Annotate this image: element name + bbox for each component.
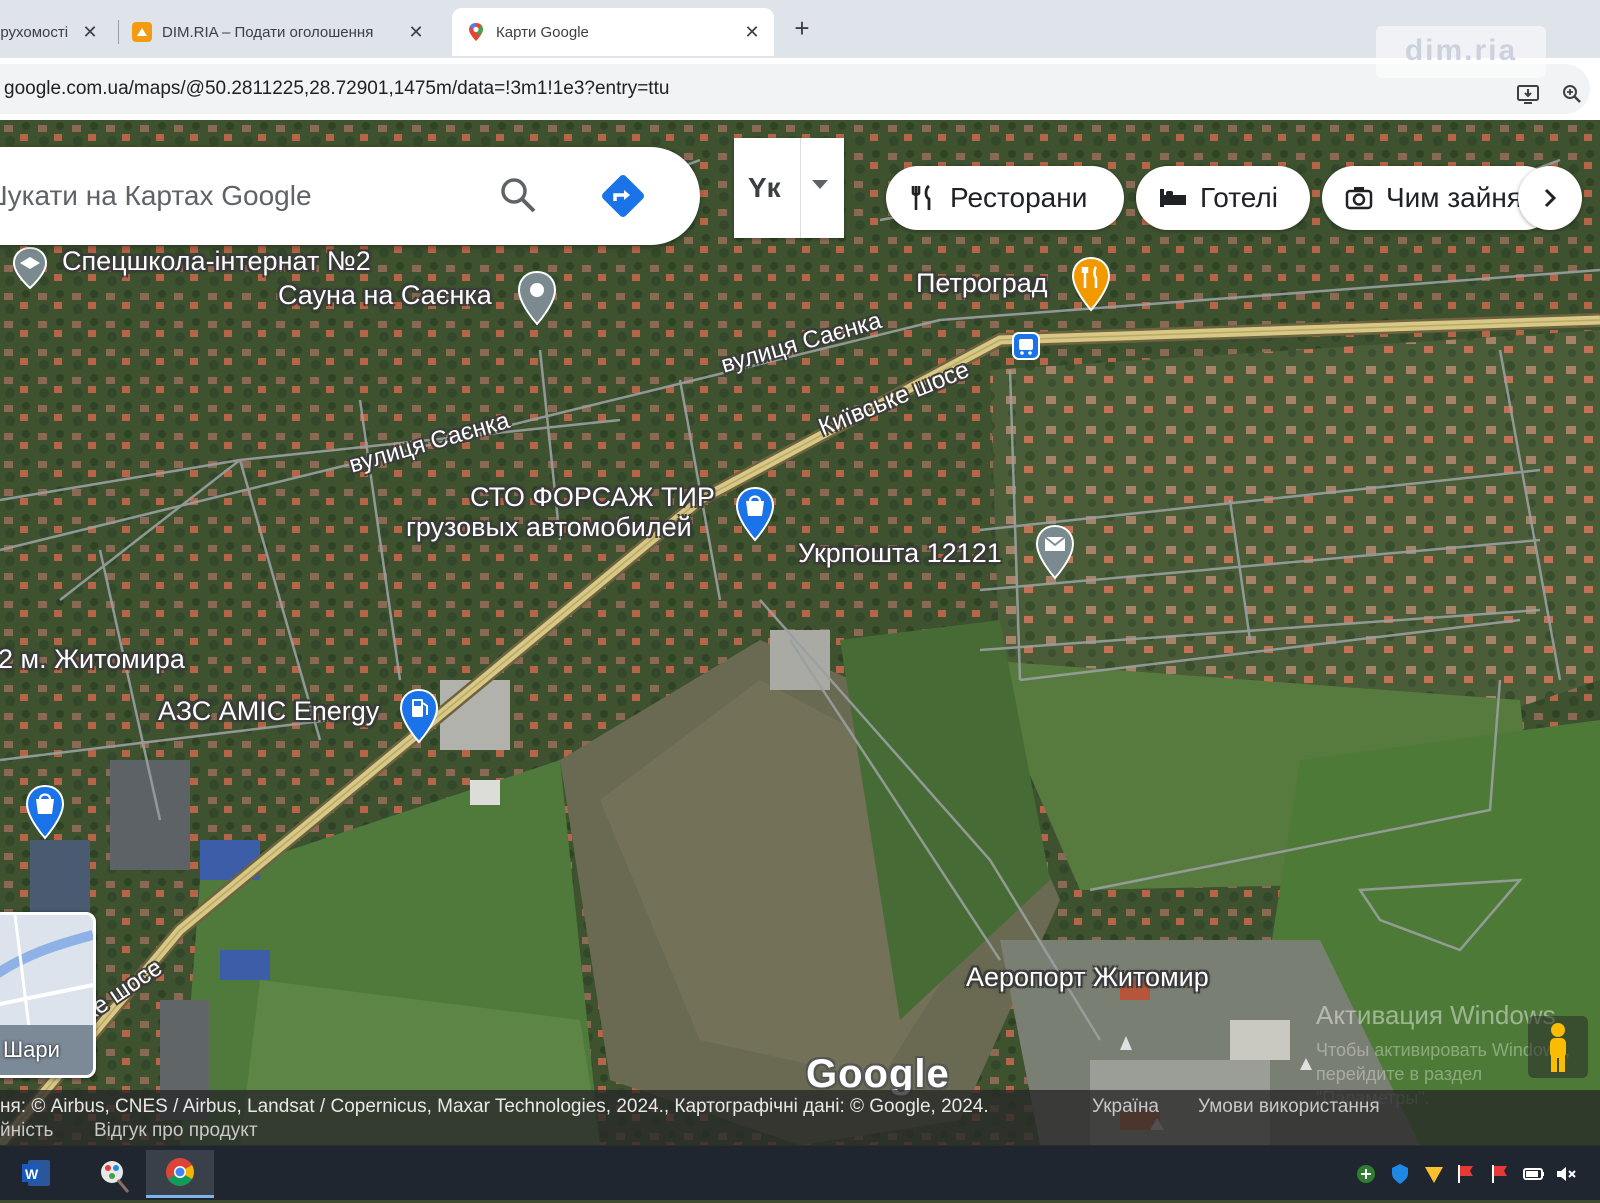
close-icon[interactable]: ✕ [80,22,100,42]
google-maps-pin-favicon [469,23,483,41]
tab-strip: ерухомості ✕ DIM.RIA – Подати оголошення… [0,0,1600,58]
pegman-icon [1550,1023,1566,1072]
tab-title: Карти Google [496,23,589,41]
chip-label: Готелі [1200,182,1278,213]
place-label-amic[interactable]: АЗС AMIC Energy [158,696,379,727]
place-label-zhytomyr[interactable]: 2 м. Житомира [0,644,185,675]
language-selector[interactable]: Yк [734,138,844,238]
divider [800,138,801,238]
flag-icon[interactable] [1454,1162,1478,1186]
network-icon[interactable] [1354,1162,1378,1186]
paint-icon[interactable] [80,1150,144,1198]
link-privacy[interactable]: йність [0,1120,53,1142]
windows-taskbar: W [0,1146,1600,1200]
tab-google-maps[interactable]: Карти Google ✕ [452,8,774,56]
close-icon[interactable]: ✕ [406,22,426,42]
tab-separator [118,20,119,44]
security-icon[interactable] [1388,1162,1412,1186]
link-terms[interactable]: Умови використання [1198,1096,1380,1118]
layers-label: Шари [3,1037,60,1062]
tab-real-estate[interactable]: ерухомості ✕ [0,8,112,56]
install-app-icon[interactable] [1516,82,1540,106]
chip-label: Ресторани [950,182,1088,213]
zoom-icon[interactable] [1560,82,1584,106]
tab-title: ерухомості [0,23,69,41]
attribution-text: ня: © Airbus, CNES / Airbus, Landsat / C… [0,1096,989,1117]
windows-activation-watermark: Активация Windows [1316,1000,1556,1030]
dim-ria-favicon [132,22,152,42]
word-icon[interactable]: W [8,1150,72,1198]
map-search-input[interactable] [0,177,464,215]
attribution-bar: ня: © Airbus, CNES / Airbus, Landsat / C… [0,1090,1600,1146]
link-ukraine[interactable]: Україна [1092,1096,1159,1118]
place-label-school[interactable]: Спецшкола-інтернат №2 [62,246,371,277]
restaurant-pin-icon[interactable] [1070,256,1112,317]
shopping-pin-icon[interactable] [734,486,776,547]
shopping-pin-icon[interactable] [24,784,66,845]
chip-restaurants[interactable]: Ресторани [886,166,1124,230]
bus-stop-icon[interactable] [1012,332,1040,365]
place-label-sto-forsazh-sub[interactable]: грузовых автомобилей [406,512,692,543]
address-bar: google.com.ua/maps/@50.2811225,28.72901,… [0,58,1600,120]
mute-icon[interactable] [1554,1162,1578,1186]
chips-next-button[interactable] [1518,166,1582,230]
bed-icon [1160,189,1186,207]
fork-knife-icon [911,184,931,210]
directions-icon[interactable] [598,171,648,221]
dim-ria-watermark: dim.ria [1376,26,1546,78]
url-text: google.com.ua/maps/@50.2811225,28.72901,… [4,78,670,99]
school-icon[interactable] [10,246,50,295]
new-tab-button[interactable]: + [788,14,816,42]
battery-icon[interactable] [1522,1162,1546,1186]
chip-hotels[interactable]: Готелі [1136,166,1310,230]
place-label-petrograd[interactable]: Петроград [916,268,1048,299]
pegman-button[interactable] [1528,1016,1588,1078]
antivirus-icon[interactable] [1422,1162,1446,1186]
language-label: Yк [748,172,781,203]
tab-title: DIM.RIA – Подати оголошення [162,23,374,41]
chevron-down-icon[interactable] [812,180,828,189]
close-icon[interactable]: ✕ [742,22,762,42]
place-label-sauna[interactable]: Сауна на Саєнка [278,280,492,311]
map-search-box [0,147,700,245]
url-field[interactable]: google.com.ua/maps/@50.2811225,28.72901,… [0,64,1590,114]
camera-icon [1345,187,1373,210]
chrome-icon[interactable] [146,1150,214,1198]
place-pin-icon[interactable] [516,270,558,331]
chevron-right-icon [1544,188,1557,208]
tab-dim-ria[interactable]: DIM.RIA – Подати оголошення ✕ [120,8,438,56]
link-feedback[interactable]: Відгук про продукт [94,1120,258,1142]
svg-text:W: W [25,1166,39,1182]
search-icon[interactable] [496,173,540,217]
place-label-ukrposhta[interactable]: Укрпошта 12121 [798,538,1002,569]
gas-station-pin-icon[interactable] [398,688,440,749]
mail-pin-icon[interactable] [1034,524,1076,585]
satellite-map[interactable]: Спецшкола-інтернат №2 Сауна на Саєнка Пе… [0,120,1600,1145]
place-label-sto-forsazh[interactable]: СТО ФОРСАЖ ТИР [470,482,715,513]
layers-button[interactable]: Шари [0,912,96,1078]
flag-icon[interactable] [1488,1162,1512,1186]
place-label-airport[interactable]: Аеропорт Житомир [966,962,1209,993]
